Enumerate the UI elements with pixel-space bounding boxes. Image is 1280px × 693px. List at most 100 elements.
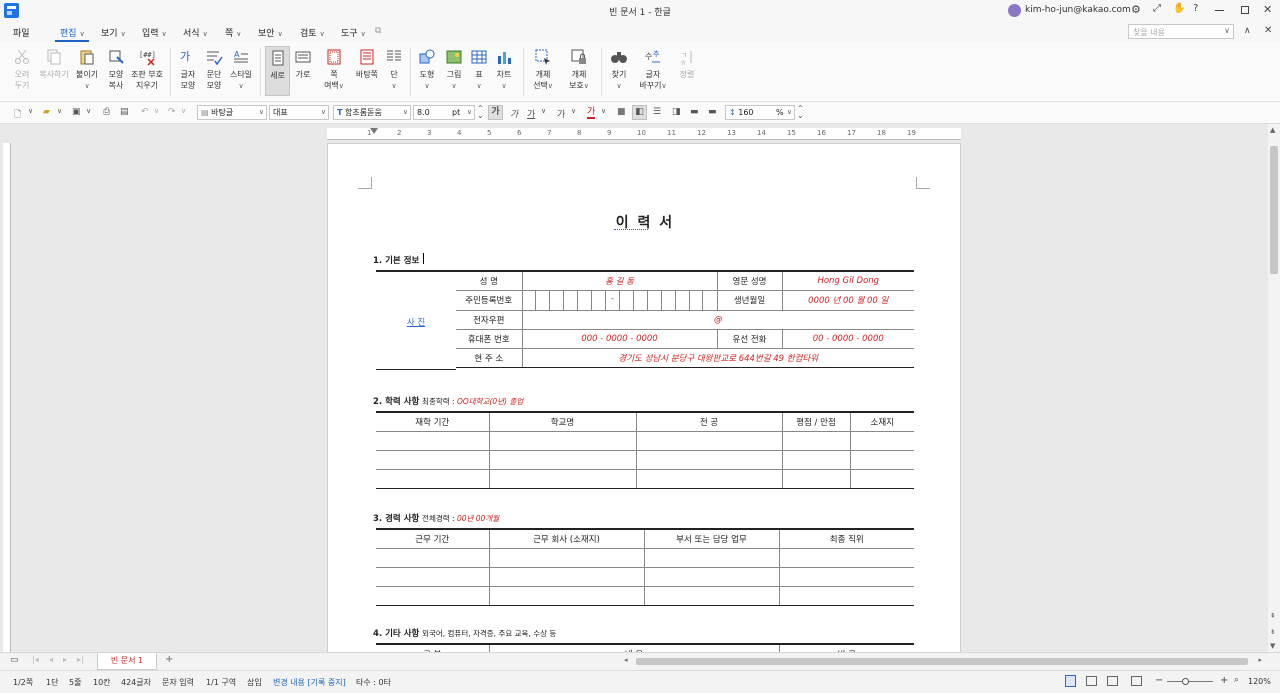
portrait-button[interactable]: 세로: [265, 46, 290, 96]
open-folder-icon[interactable]: ▰: [43, 107, 50, 117]
save-icon[interactable]: ▣: [72, 107, 81, 117]
spacing-spin-icon[interactable]: ⌃ ⌄: [797, 105, 804, 120]
columns-button[interactable]: 단 ∨: [384, 48, 404, 92]
vertical-ruler[interactable]: [3, 143, 11, 652]
menu-format[interactable]: 서식 ∨: [183, 26, 208, 39]
section1-title[interactable]: 1. 기본 정보: [373, 254, 419, 266]
protect-object-button[interactable]: 개체 보호∨: [566, 48, 592, 92]
align-right-icon[interactable]: ◨: [672, 107, 681, 117]
value-address[interactable]: 경기도 성남시 분당구 대왕판교로 644번길 49 한컴타워: [521, 347, 914, 368]
document-page[interactable]: 이 력 서 1. 기본 정보 사 진 성 명 홍 길 동 영문 성명 Hong …: [327, 143, 961, 652]
last-tab-icon[interactable]: ▸|: [77, 655, 84, 664]
search-zoom-icon[interactable]: ⌕: [1234, 675, 1239, 685]
chevron-down-icon[interactable]: ∨: [571, 107, 576, 115]
page-up-icon[interactable]: ⇞: [1270, 612, 1276, 620]
shape-button[interactable]: 도형 ∨: [416, 48, 438, 92]
value-name[interactable]: 홍 길 동: [521, 270, 718, 291]
chevron-down-icon[interactable]: ∨: [86, 107, 91, 115]
settings-icon[interactable]: ⚙: [1131, 3, 1141, 16]
strike-button[interactable]: 가: [557, 107, 565, 120]
picture-button[interactable]: 그림 ∨: [443, 48, 465, 92]
copy-button[interactable]: 복사하기: [38, 48, 70, 80]
value-mobile[interactable]: 000 - 0000 - 0000: [521, 328, 718, 349]
chevron-down-icon[interactable]: ∨: [57, 107, 62, 115]
two-page-view-icon[interactable]: [1107, 676, 1118, 686]
redo-icon[interactable]: ↷: [168, 107, 176, 117]
distribute-icon[interactable]: ▬: [708, 107, 717, 117]
value-birthdate[interactable]: 0000 년 00 월 00 일: [781, 289, 914, 311]
sort-button[interactable]: ㄱㅎ 정렬: [676, 48, 698, 80]
ribbon-close-icon[interactable]: ✕: [1264, 25, 1272, 36]
zoom-slider-thumb[interactable]: [1182, 678, 1189, 685]
master-page-button[interactable]: 바탕쪽: [354, 48, 380, 80]
horizontal-scrollbar[interactable]: ◂ ▸: [622, 656, 1264, 667]
normal-view-icon[interactable]: [1065, 675, 1076, 687]
italic-button[interactable]: 가: [510, 107, 518, 120]
align-center-icon[interactable]: ☰: [653, 107, 661, 117]
menu-page[interactable]: 쪽 ∨: [225, 26, 241, 39]
next-tab-icon[interactable]: ▸: [63, 655, 67, 664]
menu-review[interactable]: 검토 ∨: [300, 26, 325, 39]
tab-document-1[interactable]: 빈 문서 1: [97, 653, 157, 670]
align-left-button[interactable]: ◧: [632, 105, 647, 120]
status-insert[interactable]: 삽입: [247, 677, 262, 688]
style-button[interactable]: A 스타일 ∨: [228, 48, 254, 92]
minimize-icon[interactable]: [1215, 10, 1224, 11]
format-painter-button[interactable]: 모양 복사: [103, 48, 129, 91]
close-icon[interactable]: ✕: [1263, 3, 1272, 16]
clear-codes-button[interactable]: [##] 조판 부호 지우기: [130, 48, 164, 91]
career-table[interactable]: 근무 기간 근무 회사 (소재지) 부서 또는 담당 업무 최종 직위: [376, 528, 914, 606]
chevron-down-icon[interactable]: ∨: [28, 107, 33, 115]
section2-heading[interactable]: 2. 학력 사항 최종학력 : OO대학교(0년) 졸업: [373, 395, 523, 407]
table-button[interactable]: 표 ∨: [469, 48, 489, 92]
underline-button[interactable]: 가: [527, 107, 535, 120]
landscape-button[interactable]: 가로: [292, 48, 314, 80]
basic-info-table[interactable]: 성 명 홍 길 동 영문 성명 Hong Gil Dong 주민등록번호 - 생…: [456, 270, 914, 368]
expand-icon[interactable]: ⤢: [1153, 3, 1161, 14]
user-email[interactable]: kim-ho-jun@kakao.com: [1025, 5, 1131, 15]
chevron-up-icon[interactable]: ∧: [1244, 26, 1251, 36]
misc-table[interactable]: 구 분 내 용 비 고: [376, 643, 914, 652]
chart-button[interactable]: 차트 ∨: [493, 48, 515, 92]
justify-icon[interactable]: ▬: [690, 107, 699, 117]
value-resident-number[interactable]: -: [521, 289, 718, 311]
outline-select[interactable]: 대표 ∨: [269, 105, 329, 120]
line-spacing-input[interactable]: ↕ 160 % ∨: [725, 105, 795, 120]
find-button[interactable]: 찾기 ∨: [608, 48, 630, 92]
section4-heading[interactable]: 4. 기타 사항 외국어, 컴퓨터, 자격증, 주요 교육, 수상 등: [373, 627, 556, 639]
prev-tab-icon[interactable]: ◂: [49, 655, 53, 664]
menu-edit[interactable]: 편집 ∨: [60, 26, 85, 39]
print-icon[interactable]: ⎙: [103, 107, 110, 117]
comment-icon[interactable]: ▭: [10, 655, 19, 665]
menu-tools[interactable]: 도구 ∨: [341, 26, 366, 39]
page-down-icon[interactable]: ⇟: [1270, 628, 1276, 636]
scroll-up-icon[interactable]: ▲: [1270, 126, 1275, 134]
first-tab-icon[interactable]: |◂: [32, 655, 39, 664]
paste-button[interactable]: 붙이기 ∨: [74, 48, 100, 92]
chevron-down-icon[interactable]: ∨: [154, 107, 159, 115]
status-page[interactable]: 1/2쪽: [13, 677, 33, 688]
fit-width-icon[interactable]: [1131, 676, 1142, 686]
scrollbar-thumb[interactable]: [1270, 146, 1278, 274]
zoom-out-icon[interactable]: −: [1155, 675, 1163, 686]
value-landline[interactable]: 00 - 0000 - 0000: [781, 328, 914, 349]
menu-view[interactable]: 보기 ∨: [101, 26, 126, 39]
horizontal-ruler[interactable]: 1 2 3 4 5 6 7 8 9 10 11 12 13 14 15 16 17 18 19: [327, 128, 961, 140]
bold-button[interactable]: 가: [488, 105, 503, 120]
page-margin-button[interactable]: 쪽 여백∨: [321, 48, 347, 92]
para-shape-button[interactable]: 문단 모양: [202, 48, 226, 91]
add-tab-icon[interactable]: +: [165, 654, 173, 665]
search-input[interactable]: 찾을 내용 ∨: [1128, 24, 1234, 39]
replace-button[interactable]: 수추 글자 바꾸기∨: [638, 48, 668, 92]
photo-cell[interactable]: 사 진: [376, 270, 456, 370]
zoom-slider[interactable]: [1167, 678, 1213, 685]
chevron-down-icon[interactable]: ∨: [601, 107, 606, 115]
menu-security[interactable]: 보안 ∨: [258, 26, 283, 39]
quick-access-icon[interactable]: ⧉: [375, 26, 381, 36]
menu-file[interactable]: 파일: [13, 26, 30, 39]
chevron-down-icon[interactable]: ∨: [541, 107, 546, 115]
vertical-scrollbar[interactable]: ▲ ⇞ ⇟ ▼: [1268, 124, 1280, 652]
font-select[interactable]: T 함초롬돋움 ∨: [333, 105, 411, 120]
char-shape-button[interactable]: 가 글자 모양: [176, 48, 200, 91]
restore-icon[interactable]: [1241, 6, 1249, 14]
